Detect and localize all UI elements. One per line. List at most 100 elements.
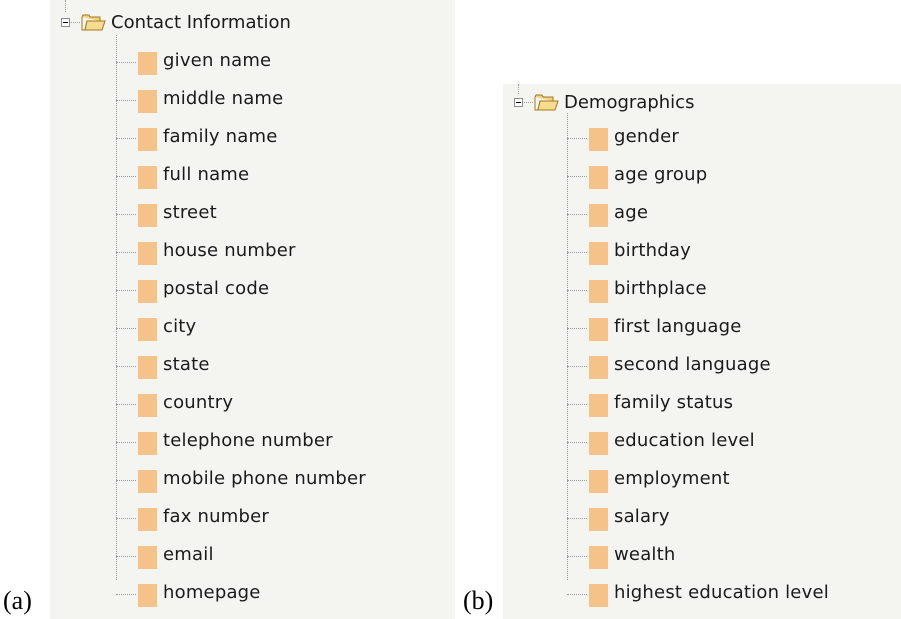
tree-root-label[interactable]: Contact Information [111,12,291,33]
tree-guide-line [567,113,568,580]
tree-item-label: employment [614,468,730,489]
tree-item-label: full name [163,164,250,185]
tree-guide-line [518,84,519,94]
tree-guide-line [65,0,66,12]
tree-connector [116,556,136,557]
tree-connector [567,366,587,367]
tree-connector [116,594,136,595]
leaf-item-icon [589,128,608,151]
leaf-item-icon [589,508,608,531]
tree-connector [71,22,80,23]
tree-item-label: street [163,202,217,223]
tree-connector [567,556,587,557]
leaf-item-icon [589,356,608,379]
leaf-item-icon [138,470,157,493]
tree-item-label: age [614,202,649,223]
leaf-item-icon [589,546,608,569]
leaf-item-icon [138,166,157,189]
tree-connector [567,594,587,595]
tree-item-label: given name [163,50,272,71]
leaf-item-icon [138,280,157,303]
tree-item-label: highest education level [614,582,829,603]
leaf-item-icon [589,242,608,265]
tree-item-label: salary [614,506,670,527]
tree-connector [116,100,136,101]
tree-connector [567,138,587,139]
tree-item-label: wealth [614,544,676,565]
tree-connector [116,176,136,177]
leaf-item-icon [138,546,157,569]
leaf-item-icon [138,584,157,607]
tree-item-label: first language [614,316,742,337]
tree-connector [567,290,587,291]
tree-connector [116,328,136,329]
leaf-item-icon [589,166,608,189]
tree-connector [116,366,136,367]
tree-item-label: birthday [614,240,692,261]
tree-panel-demographics: Demographics gender age group age birthday b… [503,84,901,619]
tree-guide-line [116,35,117,580]
leaf-item-icon [589,280,608,303]
tree-item-label: city [163,316,197,337]
tree-connector [567,442,587,443]
caption-b: (b) [463,586,494,615]
leaf-item-icon [138,432,157,455]
tree-item-label: family status [614,392,734,413]
leaf-item-icon [589,204,608,227]
leaf-item-icon [138,394,157,417]
leaf-item-icon [589,584,608,607]
folder-open-icon [81,14,106,31]
tree-connector [116,480,136,481]
tree-item-label: country [163,392,234,413]
collapse-icon[interactable] [514,98,523,107]
tree-connector [567,480,587,481]
tree-item-label: state [163,354,210,375]
tree-item-label: telephone number [163,430,333,451]
tree-item-label: family name [163,126,278,147]
leaf-item-icon [138,204,157,227]
tree-item-label: second language [614,354,771,375]
tree-item-label: middle name [163,88,284,109]
tree-connector [567,404,587,405]
tree-connector [116,252,136,253]
leaf-item-icon [589,432,608,455]
leaf-item-icon [589,318,608,341]
leaf-item-icon [138,52,157,75]
tree-connector [116,518,136,519]
leaf-item-icon [138,242,157,265]
collapse-icon[interactable] [61,18,70,27]
tree-connector [567,328,587,329]
tree-item-label: gender [614,126,680,147]
tree-item-label: birthplace [614,278,707,299]
caption-a: (a) [3,586,32,615]
leaf-item-icon [138,128,157,151]
leaf-item-icon [138,356,157,379]
tree-item-label: education level [614,430,755,451]
tree-connector [116,290,136,291]
tree-item-label: house number [163,240,296,261]
tree-connector [116,442,136,443]
leaf-item-icon [138,90,157,113]
leaf-item-icon [589,470,608,493]
leaf-item-icon [138,318,157,341]
leaf-item-icon [589,394,608,417]
tree-connector [567,214,587,215]
tree-connector [116,138,136,139]
tree-connector [567,176,587,177]
folder-open-icon [534,94,559,111]
leaf-item-icon [138,508,157,531]
tree-panel-contact-information: Contact Information given name middle nam… [50,0,455,619]
tree-connector [567,518,587,519]
tree-connector [116,214,136,215]
tree-item-label: fax number [163,506,269,527]
tree-connector [524,102,533,103]
tree-connector [567,252,587,253]
tree-connector [116,62,136,63]
tree-item-label: postal code [163,278,270,299]
tree-item-label: age group [614,164,708,185]
tree-connector [116,404,136,405]
tree-item-label: email [163,544,214,565]
tree-item-label: mobile phone number [163,468,366,489]
tree-item-label: homepage [163,582,261,603]
tree-root-label[interactable]: Demographics [564,92,694,113]
